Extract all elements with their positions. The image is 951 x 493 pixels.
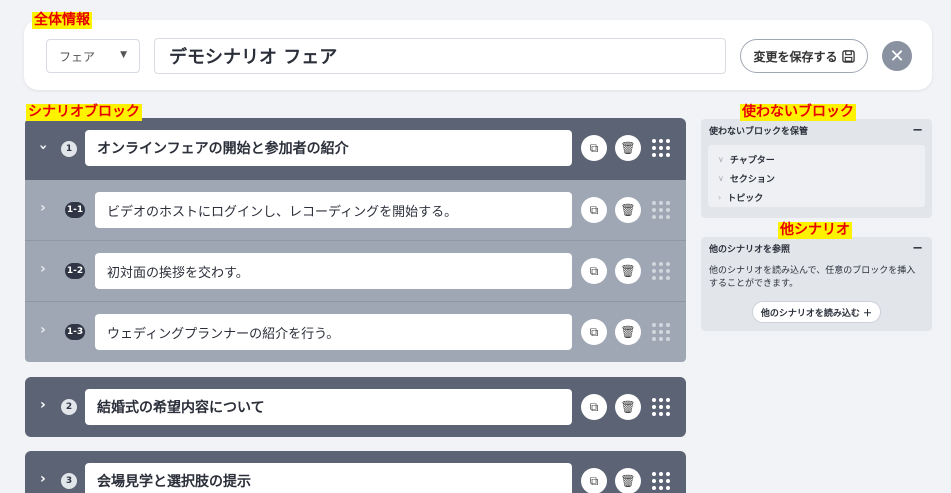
unused-item-label: チャプター [729,156,775,166]
scope-select-value: フェア [59,49,96,64]
scenario-block-1-children: › 1-1 ビデオのホストにログインし、レコーディングを開始する。 ⧉ 🗑 › … [25,180,686,362]
block-title-input[interactable]: 初対面の挨拶を交わす。 [95,253,572,289]
scenario-block-3: › 3 会場見学と選択肢の提示 ⧉ 🗑 [25,451,686,493]
trash-icon: 🗑 [620,325,636,339]
drag-handle-icon[interactable] [652,262,670,280]
delete-button[interactable]: 🗑 [615,135,641,161]
chevron-right-icon[interactable]: › [40,261,46,277]
copy-button[interactable]: ⧉ [581,197,607,223]
annotation-overall-info: 全体情報 [32,12,92,29]
floppy-disk-icon [841,49,855,63]
delete-button[interactable]: 🗑 [615,468,641,493]
drag-handle-icon[interactable] [652,201,670,219]
block-number-badge: 3 [61,473,77,489]
copy-button[interactable]: ⧉ [581,258,607,284]
trash-icon: 🗑 [620,264,636,278]
panel-title: 他のシナリオを参照 [709,244,791,255]
trash-icon: 🗑 [620,474,636,488]
child-block-row: › 1-2 初対面の挨拶を交わす。 ⧉ 🗑 [25,240,686,300]
save-button[interactable]: 変更を保存する [740,39,868,73]
chevron-down-icon: ▼ [120,50,127,60]
save-button-label: 変更を保存する [753,49,838,64]
copy-icon: ⧉ [589,399,599,414]
scenario-header-card: フェア ▼ デモシナリオ フェア 変更を保存する ✕ [24,20,932,90]
chevron-down-icon: ∨ [718,155,724,164]
chevron-down-icon[interactable]: › [35,144,51,150]
drag-handle-icon[interactable] [652,323,670,341]
chevron-right-icon: › [718,193,722,202]
unused-blocks-dropzone[interactable]: ∨ チャプター ∨ セクション › トピック [708,145,925,207]
close-button[interactable]: ✕ [882,41,912,71]
annotation-other-scenario: 他シナリオ [778,222,852,239]
copy-icon: ⧉ [589,140,599,155]
trash-icon: 🗑 [620,141,636,155]
delete-button[interactable]: 🗑 [615,258,641,284]
unused-item-chapter[interactable]: ∨ チャプター [718,150,915,169]
other-scenarios-panel: 他のシナリオを参照 − 他のシナリオを読み込んで、任意のブロックを挿入することが… [701,237,932,331]
drag-handle-icon[interactable] [652,472,670,490]
collapse-icon[interactable]: − [912,241,923,256]
load-other-scenario-button[interactable]: 他のシナリオを読み込む ＋ [752,301,881,323]
other-scenarios-panel-header: 他のシナリオを参照 − [701,237,932,259]
copy-icon: ⧉ [589,324,599,339]
unused-item-section[interactable]: ∨ セクション [718,169,915,188]
annotation-unused-block: 使わないブロック [740,104,856,121]
drag-handle-icon[interactable] [652,398,670,416]
child-block-row: › 1-1 ビデオのホストにログインし、レコーディングを開始する。 ⧉ 🗑 [25,180,686,240]
drag-handle-icon[interactable] [652,139,670,157]
copy-button[interactable]: ⧉ [581,135,607,161]
copy-icon: ⧉ [589,202,599,217]
copy-button[interactable]: ⧉ [581,468,607,493]
child-block-row: › 1-3 ウェディングプランナーの紹介を行う。 ⧉ 🗑 [25,301,686,361]
scenario-title-input[interactable]: デモシナリオ フェア [154,38,726,74]
block-title-input[interactable]: 結婚式の希望内容について [85,389,572,425]
chevron-right-icon[interactable]: › [40,397,46,413]
copy-button[interactable]: ⧉ [581,319,607,345]
delete-button[interactable]: 🗑 [615,319,641,345]
block-number-badge: 1 [61,141,77,157]
block-number-badge: 1-3 [65,324,85,340]
block-number-badge: 1-1 [65,202,85,218]
block-number-badge: 2 [61,399,77,415]
copy-icon: ⧉ [589,473,599,488]
scope-select[interactable]: フェア ▼ [46,39,140,73]
panel-title: 使わないブロックを保管 [709,126,809,137]
block-number-badge: 1-2 [65,263,85,279]
other-scenarios-description: 他のシナリオを読み込んで、任意のブロックを挿入することができます。 [709,266,916,289]
unused-blocks-panel: 使わないブロックを保管 − ∨ チャプター ∨ セクション › トピック [701,119,932,218]
trash-icon: 🗑 [620,400,636,414]
block-title-input[interactable]: ウェディングプランナーの紹介を行う。 [95,314,572,350]
scenario-block-2: › 2 結婚式の希望内容について ⧉ 🗑 [25,377,686,437]
chevron-right-icon[interactable]: › [40,200,46,216]
block-title-input[interactable]: 会場見学と選択肢の提示 [85,463,572,493]
copy-icon: ⧉ [589,263,599,278]
unused-item-label: セクション [729,175,775,185]
unused-blocks-panel-header: 使わないブロックを保管 − [701,119,932,141]
block-title-input[interactable]: ビデオのホストにログインし、レコーディングを開始する。 [95,192,572,228]
scenario-block-1: › 1 オンラインフェアの開始と参加者の紹介 ⧉ 🗑 [25,118,686,180]
delete-button[interactable]: 🗑 [615,394,641,420]
unused-item-topic[interactable]: › トピック [718,188,915,207]
trash-icon: 🗑 [620,203,636,217]
close-icon: ✕ [889,45,905,67]
chevron-down-icon: ∨ [718,174,724,183]
annotation-scenario-block: シナリオブロック [26,104,142,121]
copy-button[interactable]: ⧉ [581,394,607,420]
unused-item-label: トピック [727,194,764,204]
chevron-right-icon[interactable]: › [40,322,46,338]
chevron-right-icon[interactable]: › [40,471,46,487]
collapse-icon[interactable]: − [912,123,923,138]
block-title-input[interactable]: オンラインフェアの開始と参加者の紹介 [85,130,572,166]
delete-button[interactable]: 🗑 [615,197,641,223]
